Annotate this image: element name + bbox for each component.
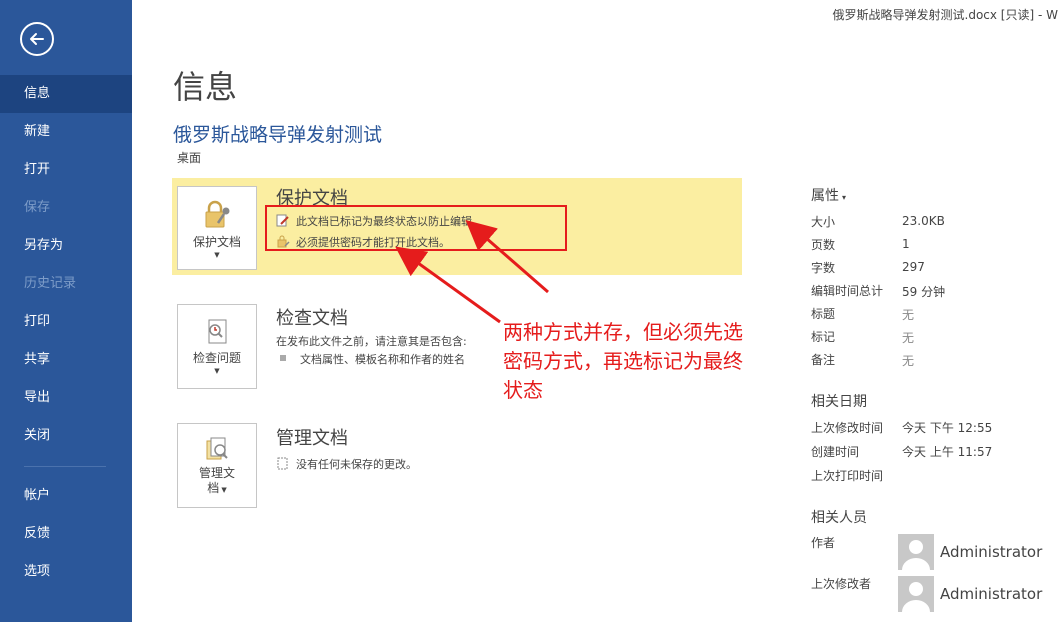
created-value: 今天 上午 11:57 <box>902 445 993 459</box>
prop-comments-value[interactable]: 无 <box>902 352 914 369</box>
author-name[interactable]: Administrator <box>940 543 1042 561</box>
person-silhouette-icon <box>902 540 930 570</box>
annotation-arrow-final <box>465 220 549 294</box>
last-printed-key: 上次打印时间 <box>811 469 884 483</box>
author-label: 作者 <box>811 536 836 550</box>
last-modified-by-name[interactable]: Administrator <box>940 585 1042 603</box>
annotation-arrows <box>395 220 549 324</box>
annotation-text-line1: 两种方式并存，但必须先选 <box>503 320 743 344</box>
created-key: 创建时间 <box>811 445 860 459</box>
prop-edit-time-value: 59 分钟 <box>902 285 946 299</box>
prop-pages-key: 页数 <box>811 238 836 252</box>
last-modified-by-avatar <box>898 576 934 612</box>
related-people-heading: 相关人员 <box>811 510 867 526</box>
prop-title-key: 标题 <box>811 307 836 321</box>
related-dates-heading: 相关日期 <box>811 394 867 410</box>
prop-tags-value[interactable]: 无 <box>902 329 914 346</box>
prop-size-value: 23.0KB <box>902 214 945 228</box>
last-modified-value: 今天 下午 12:55 <box>902 421 993 435</box>
annotation-callout: 两种方式并存，但必须先选 密码方式，再选标记为最终 状态 <box>503 318 793 405</box>
person-silhouette-icon <box>902 582 930 612</box>
prop-words-value: 297 <box>902 260 925 274</box>
chevron-down-icon: ▾ <box>842 193 847 202</box>
annotation-text-line2: 密码方式，再选标记为最终 <box>503 349 743 373</box>
prop-tags-key: 标记 <box>811 330 836 344</box>
prop-pages-value: 1 <box>902 237 910 251</box>
annotation-text-line3: 状态 <box>503 378 543 402</box>
prop-comments-key: 备注 <box>811 353 836 367</box>
prop-size-key: 大小 <box>811 215 836 229</box>
annotation-arrow-password <box>395 246 501 324</box>
author-avatar <box>898 534 934 570</box>
properties-heading[interactable]: 属性 ▾ <box>811 185 846 205</box>
prop-title-value[interactable]: 无 <box>902 306 914 323</box>
prop-words-key: 字数 <box>811 261 836 275</box>
last-modified-by-label: 上次修改者 <box>811 577 872 591</box>
last-modified-key: 上次修改时间 <box>811 421 884 435</box>
properties-heading-text: 属性 <box>811 188 839 204</box>
prop-edit-time-key: 编辑时间总计 <box>811 284 884 298</box>
